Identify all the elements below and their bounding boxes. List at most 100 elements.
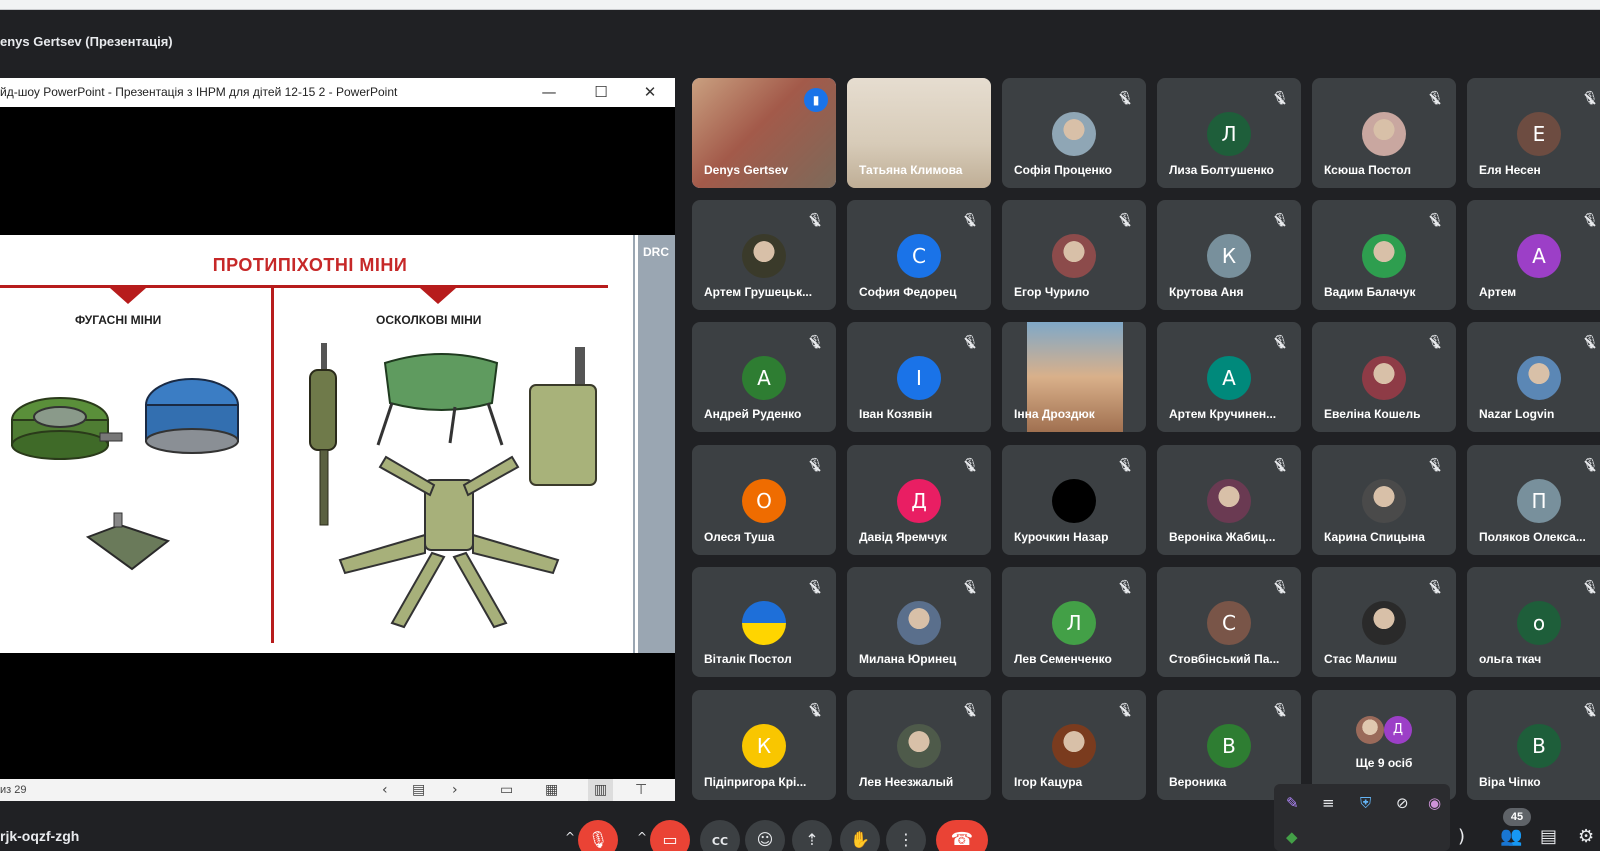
butterfly-mine — [85, 512, 171, 571]
participant-name: Давід Яремчук — [859, 530, 947, 544]
participant-name: София Федорец — [859, 285, 957, 299]
next-slide-icon[interactable]: › — [452, 779, 458, 801]
slide-menu-icon[interactable]: ▤ — [412, 779, 425, 801]
participant-tile[interactable]: А 🎙 Андрей Руденко — [692, 322, 836, 432]
avatar: О — [742, 479, 786, 523]
participant-tile[interactable]: 🎙 Стас Малиш — [1312, 567, 1456, 677]
claymore-mine — [376, 353, 504, 446]
mic-muted-icon: 🎙 — [803, 576, 827, 600]
network-icon[interactable]: ⊘ — [1396, 794, 1409, 812]
people-icon[interactable]: 👥 — [1500, 826, 1522, 847]
slideshow-view-icon[interactable]: ⊤ — [635, 779, 647, 801]
people-count-badge: 45 — [1503, 808, 1531, 826]
info-icon[interactable]: ) — [1458, 826, 1465, 847]
camera-options-caret[interactable]: ^ — [637, 830, 647, 844]
viber-icon[interactable]: ◉ — [1428, 794, 1441, 812]
tray-list-icon[interactable]: ≡ — [1322, 794, 1335, 812]
mic-off-button[interactable]: 🎙 — [578, 820, 618, 851]
participant-name: Милана Юринец — [859, 652, 957, 666]
participant-tile[interactable]: І 🎙 Іван Козявін — [847, 322, 991, 432]
participant-name: Вадим Балачук — [1324, 285, 1416, 299]
speaking-indicator-icon: ▮ — [804, 88, 828, 112]
participant-tile[interactable]: 🎙 Егор Чурило — [1002, 200, 1146, 310]
participant-tile[interactable]: 🎙 Карина Спицына — [1312, 445, 1456, 555]
captions-button[interactable]: CC — [700, 820, 740, 851]
participant-tile[interactable]: 🎙 Вероніка Жабиц... — [1157, 445, 1301, 555]
chat-icon[interactable]: ▤ — [1540, 826, 1557, 847]
slide-sorter-icon[interactable]: ▦ — [545, 779, 558, 801]
more-vert-icon: ⋮ — [898, 830, 914, 849]
more-options-button[interactable]: ⋮ — [886, 820, 926, 851]
participant-tile[interactable]: А 🎙 Артем Кручинен... — [1157, 322, 1301, 432]
participant-tile[interactable]: Л 🎙 Лиза Болтушенко — [1157, 78, 1301, 188]
participant-tile[interactable]: ▮ Denys Gertsev — [692, 78, 836, 188]
participant-tile[interactable]: 🎙 Віталік Постол — [692, 567, 836, 677]
mic-muted-icon: 🎙 — [1423, 331, 1447, 355]
participant-tile[interactable]: 🎙 Лев Неезжалый — [847, 690, 991, 800]
participant-tile[interactable]: 🎙 Ігор Кацура — [1002, 690, 1146, 800]
participant-tile[interactable]: 🎙 Евеліна Кошель — [1312, 322, 1456, 432]
end-call-button[interactable]: ☎ — [936, 820, 988, 851]
feather-icon[interactable]: ✎ — [1286, 794, 1299, 812]
maximize-button[interactable]: ☐ — [578, 78, 624, 107]
participant-name: Евеліна Кошель — [1324, 407, 1421, 421]
participant-tile[interactable]: 🎙 Ксюша Постол — [1312, 78, 1456, 188]
participant-tile[interactable]: Інна Дроздюк — [1002, 322, 1146, 432]
avatar-photo — [1207, 479, 1251, 523]
participant-name: Крутова Аня — [1169, 285, 1244, 299]
participant-tile[interactable]: К 🎙 Крутова Аня — [1157, 200, 1301, 310]
mic-muted-icon: 🎙 — [1578, 699, 1600, 723]
mic-options-caret[interactable]: ^ — [565, 830, 575, 844]
avatar: А — [1517, 234, 1561, 278]
avatar-photo — [1052, 724, 1096, 768]
normal-view-icon[interactable]: ▭ — [500, 779, 513, 801]
present-icon: ⇡ — [805, 830, 819, 849]
browser-top-strip — [0, 0, 1600, 10]
participant-name: Софія Проценко — [1014, 163, 1112, 177]
avatar-photo — [1356, 716, 1384, 744]
participant-name: Nazar Logvin — [1479, 407, 1555, 421]
participant-name: Карина Спицына — [1324, 530, 1425, 544]
avatar: С — [897, 234, 941, 278]
participant-tile[interactable]: 🎙 Nazar Logvin — [1467, 322, 1600, 432]
participant-tile[interactable]: Л 🎙 Лев Семенченко — [1002, 567, 1146, 677]
participant-tile[interactable]: С 🎙 София Федорец — [847, 200, 991, 310]
participant-tile[interactable]: К 🎙 Підіпригора Крі... — [692, 690, 836, 800]
avatar: К — [742, 724, 786, 768]
participant-tile[interactable]: о 🎙 ольга ткач — [1467, 567, 1600, 677]
participant-name: Лев Семенченко — [1014, 652, 1112, 666]
participant-tile[interactable]: 🎙 Милана Юринец — [847, 567, 991, 677]
participant-tile[interactable]: Татьяна Климова — [847, 78, 991, 188]
close-button[interactable]: ✕ — [627, 78, 673, 107]
participant-name: Артем — [1479, 285, 1517, 299]
captions-icon: CC — [711, 835, 729, 848]
participant-tile[interactable]: 🎙 Вадим Балачук — [1312, 200, 1456, 310]
blue-blast-mine — [145, 378, 239, 454]
avatar-photo — [1517, 356, 1561, 400]
participant-tile[interactable]: В 🎙 Віра Чіпко — [1467, 690, 1600, 800]
raise-hand-button[interactable]: ✋ — [840, 820, 880, 851]
reactions-button[interactable]: ☺ — [745, 820, 785, 851]
participant-tile[interactable]: 🎙 Софія Проценко — [1002, 78, 1146, 188]
activities-icon[interactable]: ⚙ — [1578, 826, 1594, 847]
participant-tile[interactable]: Е 🎙 Еля Несен — [1467, 78, 1600, 188]
participant-tile[interactable]: Д 🎙 Давід Яремчук — [847, 445, 991, 555]
participant-tile[interactable]: 🎙 Артем Грушецьк... — [692, 200, 836, 310]
avatar-photo — [1052, 234, 1096, 278]
participant-tile[interactable]: А 🎙 Артем — [1467, 200, 1600, 310]
reading-view-icon[interactable]: ▥ — [588, 779, 614, 801]
participant-name: Артем Кручинен... — [1169, 407, 1277, 421]
green-app-icon[interactable]: ◆ — [1286, 828, 1298, 846]
mic-muted-icon: 🎙 — [958, 454, 982, 478]
participant-tile[interactable]: П 🎙 Поляков Олекса... — [1467, 445, 1600, 555]
minimize-button[interactable]: — — [526, 78, 572, 107]
participant-tile[interactable]: С 🎙 Стовбінський Па... — [1157, 567, 1301, 677]
camera-off-button[interactable]: ▭ — [650, 820, 690, 851]
prev-slide-icon[interactable]: ‹ — [382, 779, 388, 801]
participant-tile[interactable]: 🎙 Курочкин Назар — [1002, 445, 1146, 555]
shield-icon[interactable]: ⛨ — [1360, 794, 1371, 812]
present-button[interactable]: ⇡ — [792, 820, 832, 851]
system-tray-popup: ✎ ≡ ⛨ ⊘ ◉ ◆ — [1274, 784, 1450, 851]
participant-name: Віталік Постол — [704, 652, 792, 666]
participant-tile[interactable]: О 🎙 Олеся Туша — [692, 445, 836, 555]
